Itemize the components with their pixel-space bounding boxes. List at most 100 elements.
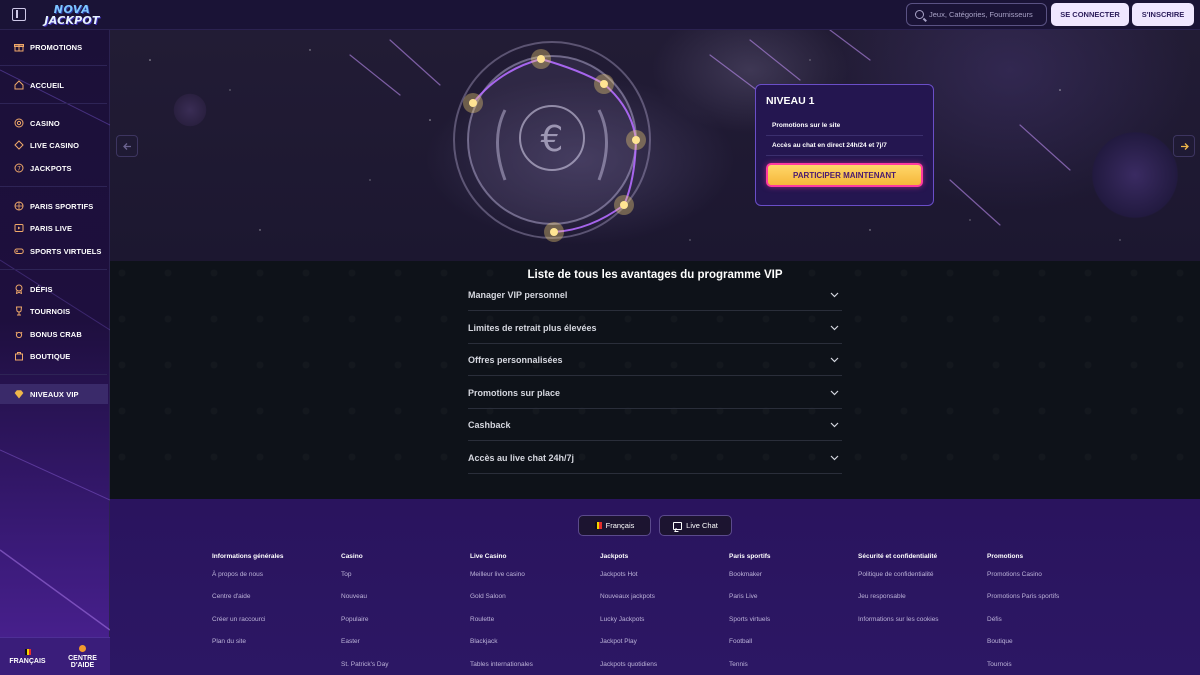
footer-link[interactable]: Plan du site xyxy=(212,638,337,660)
sidebar-item-label: NIVEAUX VIP xyxy=(30,389,79,399)
sidebar-item-casino[interactable]: CASINO xyxy=(0,113,108,133)
sidebar-item-bonus-crab[interactable]: BONUS CRAB xyxy=(0,324,108,344)
chevron-down-icon xyxy=(830,390,839,396)
footer-column-general: Informations générales À propos de nous … xyxy=(212,553,337,661)
footer-column-title: Promotions xyxy=(987,553,1024,560)
arrow-left-icon xyxy=(122,142,131,150)
search-input[interactable] xyxy=(929,10,1039,19)
footer-link[interactable]: Populaire xyxy=(341,616,466,638)
footer-link[interactable]: Politique de confidentialité xyxy=(858,571,983,593)
footer-link[interactable]: Bookmaker xyxy=(729,571,854,593)
accordion-label: Cashback xyxy=(468,419,511,430)
accordion-label: Accès au live chat 24h/7j xyxy=(468,452,575,463)
jackpot-icon: 7 xyxy=(14,163,24,173)
sidebar-toggle-icon[interactable] xyxy=(12,8,26,21)
carousel-next-button[interactable] xyxy=(1173,135,1195,157)
footer-link[interactable]: Jackpots Hot xyxy=(600,571,725,593)
footer-language-button[interactable]: Français xyxy=(578,515,651,536)
footer-link[interactable]: Jackpot Play xyxy=(600,638,725,660)
crab-icon xyxy=(14,329,24,339)
accordion-label: Manager VIP personnel xyxy=(468,289,568,300)
shop-icon xyxy=(14,351,24,361)
sidebar-item-label: SPORTS VIRTUELS xyxy=(30,246,102,256)
footer-link[interactable]: Paris Live xyxy=(729,593,854,615)
top-bar: NOVA JACKPOT SE CONNECTER S'INSCRIRE xyxy=(0,0,1200,30)
footer-link[interactable]: Défis xyxy=(987,616,1112,638)
footer-link[interactable]: Sports virtuels xyxy=(729,616,854,638)
chip-icon xyxy=(14,118,24,128)
footer-link[interactable]: Nouveau xyxy=(341,593,466,615)
accordion-item[interactable]: Manager VIP personnel xyxy=(468,279,842,311)
ball-icon xyxy=(14,201,24,211)
footer-link[interactable]: Tennis xyxy=(729,661,854,675)
sidebar-item-live-casino[interactable]: LIVE CASINO xyxy=(0,135,108,155)
signup-button[interactable]: S'INSCRIRE xyxy=(1132,3,1194,26)
language-selector[interactable]: FRANÇAIS xyxy=(0,638,55,675)
sidebar-item-promotions[interactable]: PROMOTIONS xyxy=(0,37,108,57)
footer-column-jackpots: Jackpots Jackpots Hot Nouveaux jackpots … xyxy=(600,553,725,675)
login-button[interactable]: SE CONNECTER xyxy=(1051,3,1129,26)
footer-link[interactable]: Meilleur live casino xyxy=(470,571,595,593)
sidebar-item-tournois[interactable]: TOURNOIS xyxy=(0,301,108,321)
accordion-item[interactable]: Promotions sur place xyxy=(468,377,842,409)
accordion-item[interactable]: Cashback xyxy=(468,409,842,441)
logo[interactable]: NOVA JACKPOT xyxy=(40,3,104,27)
footer-link[interactable]: Boutique xyxy=(987,638,1112,660)
footer-link[interactable]: Lucky Jackpots xyxy=(600,616,725,638)
footer-link[interactable]: Jackpots quotidiens xyxy=(600,661,725,675)
footer-link[interactable]: St. Patrick's Day xyxy=(341,661,466,675)
footer-link[interactable]: Blackjack xyxy=(470,638,595,660)
join-now-button[interactable]: PARTICIPER MAINTENANT xyxy=(766,163,923,187)
sidebar-item-defis[interactable]: DÉFIS xyxy=(0,279,108,299)
home-icon xyxy=(14,80,24,90)
footer-link[interactable]: Top xyxy=(341,571,466,593)
sidebar-item-niveaux-vip[interactable]: NIVEAUX VIP xyxy=(0,384,108,404)
accordion-label: Offres personnalisées xyxy=(468,354,563,365)
footer-column-title: Casino xyxy=(341,553,363,560)
help-label-line2: D'AIDE xyxy=(70,662,95,669)
sidebar: PROMOTIONS ACCUEIL CASINO LIVE CASINO 7 … xyxy=(0,30,110,675)
footer-column-promotions: Promotions Promotions Casino Promotions … xyxy=(987,553,1112,675)
trophy-icon xyxy=(14,306,24,316)
accordion-item[interactable]: Offres personnalisées xyxy=(468,344,842,376)
help-center-button[interactable]: CENTRE D'AIDE xyxy=(55,638,110,675)
sidebar-item-accueil[interactable]: ACCUEIL xyxy=(0,75,108,95)
footer: Français Live Chat Informations générale… xyxy=(110,499,1200,675)
footer-column-title: Jackpots xyxy=(600,553,629,560)
footer-link[interactable]: Tables internationales xyxy=(470,661,595,675)
sidebar-item-jackpots[interactable]: 7 JACKPOTS xyxy=(0,158,108,178)
sidebar-item-label: TOURNOIS xyxy=(30,306,71,316)
footer-link[interactable]: Easter xyxy=(341,638,466,660)
search-box[interactable] xyxy=(906,3,1047,26)
footer-link[interactable]: Nouveaux jackpots xyxy=(600,593,725,615)
footer-link[interactable]: Informations sur les cookies xyxy=(858,616,983,638)
footer-link[interactable]: Football xyxy=(729,638,854,660)
vip-level-card: NIVEAU 1 Promotions sur le site Accès au… xyxy=(755,84,934,206)
accordion-label: Limites de retrait plus élevées xyxy=(468,322,597,333)
footer-live-chat-button[interactable]: Live Chat xyxy=(659,515,732,536)
divider xyxy=(0,186,107,187)
sidebar-item-paris-sportifs[interactable]: PARIS SPORTIFS xyxy=(0,196,108,216)
footer-link[interactable]: À propos de nous xyxy=(212,571,337,593)
sidebar-item-boutique[interactable]: BOUTIQUE xyxy=(0,346,108,366)
diamond-icon xyxy=(14,389,24,399)
footer-link[interactable]: Gold Saloon xyxy=(470,593,595,615)
language-label: FRANÇAIS xyxy=(9,657,46,665)
footer-column-live-casino: Live Casino Meilleur live casino Gold Sa… xyxy=(470,553,595,675)
footer-link[interactable]: Jeu responsable xyxy=(858,593,983,615)
footer-link[interactable]: Centre d'aide xyxy=(212,593,337,615)
footer-link[interactable]: Créer un raccourci xyxy=(212,616,337,638)
footer-column-title: Paris sportifs xyxy=(729,553,771,560)
footer-link[interactable]: Roulette xyxy=(470,616,595,638)
chevron-down-icon xyxy=(830,455,839,461)
footer-link[interactable]: Promotions Paris sportifs xyxy=(987,593,1112,615)
accordion-item[interactable]: Limites de retrait plus élevées xyxy=(468,312,842,344)
footer-link[interactable]: Tournois xyxy=(987,661,1112,675)
sidebar-item-label: PROMOTIONS xyxy=(30,42,83,52)
footer-link[interactable]: Promotions Casino xyxy=(987,571,1112,593)
sidebar-item-paris-live[interactable]: PARIS LIVE xyxy=(0,218,108,238)
carousel-prev-button[interactable] xyxy=(116,135,138,157)
footer-column-title: Sécurité et confidentialité xyxy=(858,553,938,560)
sidebar-item-sports-virtuels[interactable]: SPORTS VIRTUELS xyxy=(0,241,108,261)
accordion-item[interactable]: Accès au live chat 24h/7j xyxy=(468,442,842,474)
